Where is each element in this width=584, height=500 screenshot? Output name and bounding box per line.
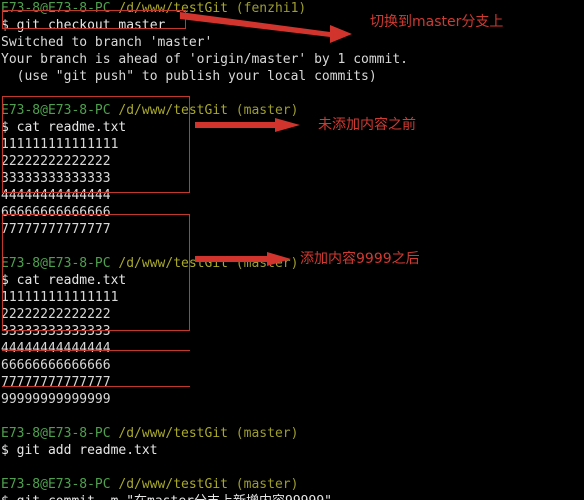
terminal-output-text: 33333333333333 — [1, 324, 111, 339]
terminal-output-text: (use "git push" to publish your local co… — [1, 69, 377, 84]
terminal-output-text: Switched to branch 'master' — [1, 35, 213, 50]
terminal-output-line: (use "git push" to publish your local co… — [0, 68, 584, 85]
terminal-command-line: $ git commit -m "在master分支上新增内容99999" — [0, 493, 584, 500]
terminal-output-line: 66666666666666 — [0, 357, 584, 374]
terminal-output-text: 33333333333333 — [1, 171, 111, 186]
terminal-output-text: 66666666666666 — [1, 205, 111, 220]
callout-label-before-adding: 未添加内容之前 — [318, 117, 416, 133]
terminal-output-line: 44444444444444 — [0, 340, 584, 357]
terminal-command-line: $ cat readme.txt — [0, 272, 584, 289]
terminal-output-line: Your branch is ahead of 'origin/master' … — [0, 51, 584, 68]
terminal-output-line: 22222222222222 — [0, 153, 584, 170]
prompt-path: /d/www/testGit — [110, 256, 228, 271]
terminal-output-text: 111111111111111 — [1, 290, 119, 305]
terminal-prompt-line: E73-8@E73-8-PC /d/www/testGit (master) — [0, 102, 584, 119]
prompt-user: E73-8@E73-8-PC — [1, 256, 111, 271]
callout-label-after-adding: 添加内容9999之后 — [300, 251, 420, 267]
terminal-output-line: 77777777777777 — [0, 374, 584, 391]
terminal-command-text: $ git add readme.txt — [1, 443, 158, 458]
prompt-path: /d/www/testGit — [110, 103, 228, 118]
terminal-output-text: Your branch is ahead of 'origin/master' … — [1, 52, 408, 67]
terminal-output-text: 99999999999999 — [1, 392, 111, 407]
prompt-user: E73-8@E73-8-PC — [1, 103, 111, 118]
terminal-window[interactable]: E73-8@E73-8-PC /d/www/testGit (fenzhi1) $… — [0, 0, 584, 500]
terminal-output-line: 22222222222222 — [0, 306, 584, 323]
terminal-output-area[interactable]: E73-8@E73-8-PC /d/www/testGit (fenzhi1) $… — [0, 0, 584, 500]
prompt-path: /d/www/testGit — [110, 1, 228, 16]
prompt-user: E73-8@E73-8-PC — [1, 426, 111, 441]
terminal-output-line: 66666666666666 — [0, 204, 584, 221]
terminal-output-text: 22222222222222 — [1, 307, 111, 322]
prompt-branch: (master) — [227, 256, 299, 271]
terminal-output-text: 111111111111111 — [1, 137, 119, 152]
terminal-command-text: $ cat readme.txt — [1, 273, 127, 288]
terminal-output-line: 44444444444444 — [0, 187, 584, 204]
terminal-output-text: 66666666666666 — [1, 358, 111, 373]
prompt-branch: (fenzhi1) — [227, 1, 307, 16]
prompt-branch: (master) — [227, 426, 299, 441]
prompt-branch: (master) — [227, 103, 299, 118]
terminal-command-text: $ git commit -m "在master分支上新增内容99999" — [1, 494, 332, 500]
terminal-command-text: $ git checkout master — [1, 18, 166, 33]
terminal-command-text: $ cat readme.txt — [1, 120, 127, 135]
terminal-output-text: 77777777777777 — [1, 375, 111, 390]
terminal-output-line: 33333333333333 — [0, 170, 584, 187]
terminal-output-line: 111111111111111 — [0, 289, 584, 306]
callout-label-switch-to-master: 切换到master分支上 — [370, 14, 504, 30]
prompt-user: E73-8@E73-8-PC — [1, 477, 111, 492]
terminal-output-line: 111111111111111 — [0, 136, 584, 153]
prompt-branch: (master) — [227, 477, 299, 492]
prompt-user: E73-8@E73-8-PC — [1, 1, 111, 16]
terminal-output-text: 22222222222222 — [1, 154, 111, 169]
terminal-output-text: 44444444444444 — [1, 341, 111, 356]
terminal-output-line: 33333333333333 — [0, 323, 584, 340]
terminal-output-text: 77777777777777 — [1, 222, 111, 237]
prompt-path: /d/www/testGit — [110, 477, 228, 492]
terminal-output-line: Switched to branch 'master' — [0, 34, 584, 51]
terminal-prompt-line: E73-8@E73-8-PC /d/www/testGit (master) — [0, 425, 584, 442]
terminal-output-text: 44444444444444 — [1, 188, 111, 203]
terminal-prompt-line: E73-8@E73-8-PC /d/www/testGit (master) — [0, 255, 584, 272]
terminal-command-line: $ cat readme.txt — [0, 119, 584, 136]
terminal-output-line: 99999999999999 — [0, 391, 584, 408]
terminal-output-line: 77777777777777 — [0, 221, 584, 238]
terminal-prompt-line: E73-8@E73-8-PC /d/www/testGit (master) — [0, 476, 584, 493]
terminal-command-line: $ git add readme.txt — [0, 442, 584, 459]
prompt-path: /d/www/testGit — [110, 426, 228, 441]
